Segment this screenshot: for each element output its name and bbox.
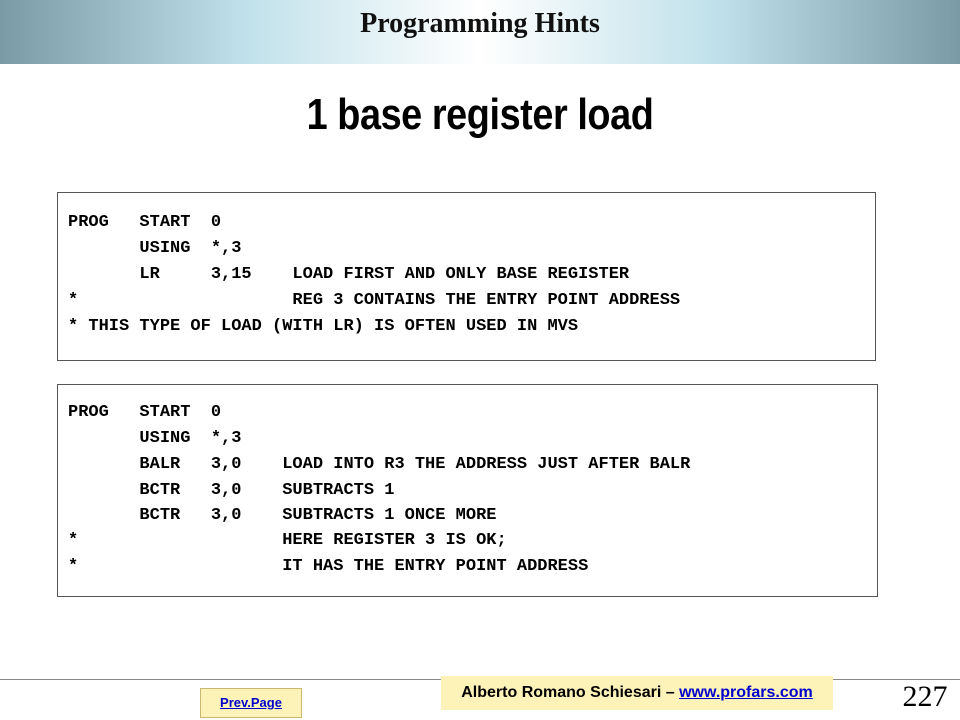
prev-page-button[interactable]: Prev.Page [200, 688, 302, 718]
code-line: * HERE REGISTER 3 IS OK; [68, 531, 507, 550]
code-block-lr: PROG START 0 USING *,3 LR 3,15 LOAD FIRS… [57, 192, 876, 361]
code-line: USING *,3 [68, 429, 242, 448]
code-line: * THIS TYPE OF LOAD (WITH LR) IS OFTEN U… [68, 317, 579, 336]
code-line: BALR 3,0 LOAD INTO R3 THE ADDRESS JUST A… [68, 455, 691, 474]
header-title: Programming Hints [360, 8, 600, 39]
code-line: PROG START 0 [68, 403, 222, 422]
page-number: 227 [902, 680, 948, 713]
author-credit: Alberto Romano Schiesari – www.profars.c… [441, 676, 833, 710]
code-line: LR 3,15 LOAD FIRST AND ONLY BASE REGISTE… [68, 265, 630, 284]
code-block-balr: PROG START 0 USING *,3 BALR 3,0 LOAD INT… [57, 384, 878, 597]
code-line: * IT HAS THE ENTRY POINT ADDRESS [68, 557, 589, 576]
slide-title: 1 base register load [306, 90, 654, 139]
code-line: * REG 3 CONTAINS THE ENTRY POINT ADDRESS [68, 291, 681, 310]
code-line: PROG START 0 [68, 213, 222, 232]
author-name: Alberto Romano Schiesari – [461, 684, 680, 701]
author-website-link[interactable]: www.profars.com [679, 684, 813, 701]
code-line: USING *,3 [68, 239, 242, 258]
code-line: BCTR 3,0 SUBTRACTS 1 ONCE MORE [68, 506, 497, 525]
code-line: BCTR 3,0 SUBTRACTS 1 [68, 481, 395, 500]
